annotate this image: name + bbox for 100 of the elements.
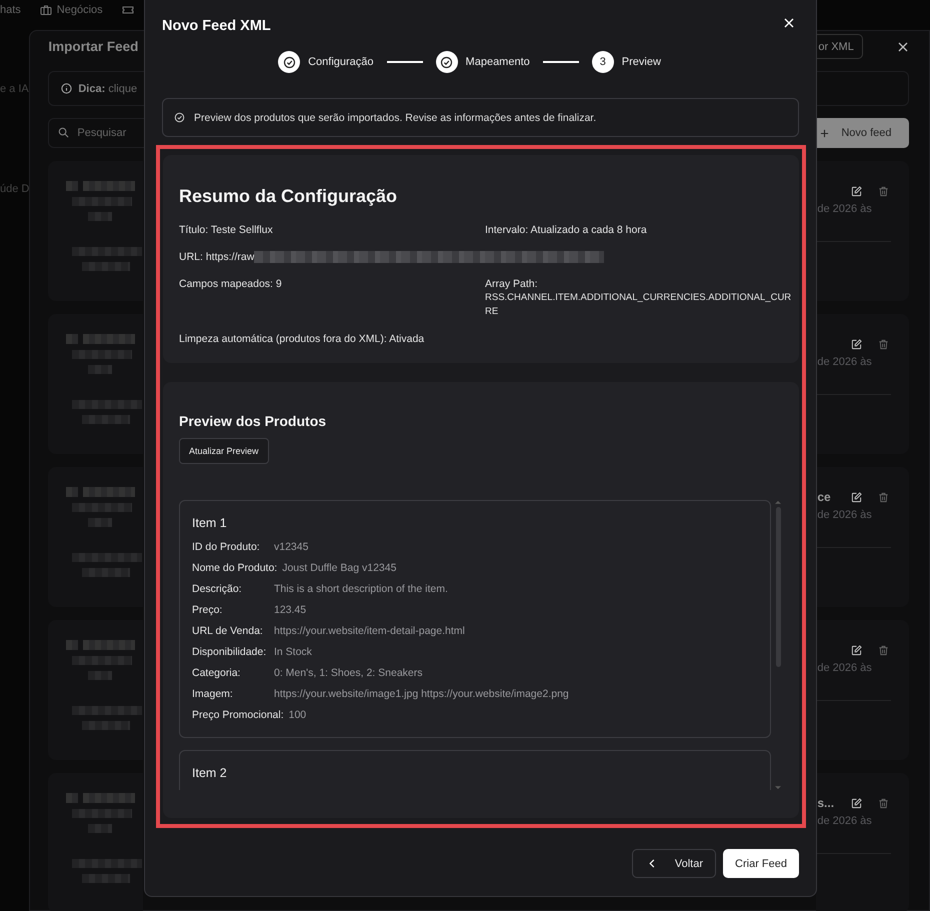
pixelated-block: [83, 181, 136, 191]
pixelated-block: [72, 197, 132, 206]
card-date: de 2026 às: [817, 203, 873, 215]
field-value: https://your.website/image1.jpg https://your.website/image2.png: [274, 688, 569, 700]
pixelated-block: [72, 859, 142, 868]
pixelated-block: [82, 721, 130, 730]
pixelated-block: [83, 640, 136, 650]
dialog-title: Novo Feed XML: [162, 18, 271, 34]
summary-field: Limpeza automática (produtos fora do XML): Ativada: [179, 333, 424, 345]
edit-icon[interactable]: [851, 492, 862, 502]
pixelated-block: [66, 181, 78, 191]
pixelated-block: [82, 874, 130, 883]
pixelated-block: [82, 568, 130, 577]
summary-value: RSS.CHANNEL.ITEM.ADDITIONAL_CURRENCIES.ADDITIONAL_CURRE: [485, 291, 792, 319]
pixelated-block: [82, 415, 130, 424]
pixelated-block: [66, 793, 78, 803]
pixelated-block: [66, 640, 78, 650]
edit-icon[interactable]: [851, 338, 862, 350]
pixelated-block: [72, 503, 132, 512]
field-value: 100: [288, 708, 306, 720]
check-circle-icon: [174, 112, 185, 123]
nav-link[interactable]: hats: [0, 4, 21, 16]
pixelated-block: [72, 553, 142, 562]
field-value: This is a short description of the item.: [274, 582, 448, 594]
trash-icon[interactable]: [878, 186, 890, 196]
field-label: Preço:: [192, 604, 224, 616]
field-value: 123.45: [274, 604, 306, 616]
pixelated-block: [88, 518, 112, 527]
back-button[interactable]: Voltar: [632, 849, 716, 878]
scroll-up-icon[interactable]: [775, 500, 781, 504]
field-label: URL de Venda:: [192, 624, 264, 636]
pixelated-block: [72, 247, 142, 256]
item-title: Item 2: [192, 765, 228, 781]
search-icon: [58, 127, 70, 138]
summary-label: Array Path:: [485, 277, 539, 291]
refresh-button[interactable]: Atualizar Preview: [179, 438, 269, 464]
scrollbar-thumb[interactable]: [776, 507, 780, 667]
create-feed-button[interactable]: Criar Feed: [723, 849, 799, 878]
trash-icon[interactable]: [878, 798, 890, 808]
pixelated-block: [83, 487, 136, 497]
item-title: Item 1: [192, 515, 228, 531]
pixelated-block: [72, 706, 142, 715]
step-label[interactable]: Configuração: [308, 56, 374, 68]
scroll-down-icon[interactable]: [775, 786, 781, 790]
trash-icon[interactable]: [878, 338, 890, 350]
pixelated-block: [72, 809, 132, 818]
pixelated-block: [83, 334, 136, 344]
new-feed-button[interactable]: Novo feed: [816, 118, 910, 148]
close-icon[interactable]: [898, 42, 908, 52]
step-label[interactable]: Preview: [622, 56, 661, 68]
trash-icon[interactable]: [878, 492, 890, 502]
step-label[interactable]: Mapeamento: [466, 56, 530, 68]
pixelated-block: [66, 487, 78, 497]
field-value: https://your.website/item-detail-page.html: [274, 624, 465, 636]
field-label: Imagem:: [192, 688, 234, 700]
field-value: v12345: [274, 540, 308, 552]
step-number: 3: [592, 51, 614, 73]
field-value: In Stock: [274, 646, 312, 658]
summary-field: Título: Teste Sellflux: [179, 224, 273, 236]
edit-icon[interactable]: [851, 186, 862, 196]
panel-title: Importar Feed: [48, 39, 140, 54]
card-date: de 2026 às: [817, 815, 873, 827]
edit-icon[interactable]: [851, 798, 862, 808]
card-date: de 2026 às: [817, 509, 873, 521]
field-label: Disponibilidade:: [192, 646, 268, 658]
trash-icon[interactable]: [878, 644, 890, 656]
edit-icon[interactable]: [851, 644, 862, 656]
pixelated-block: [88, 212, 112, 221]
import-button[interactable]: or XML: [816, 34, 863, 59]
pixelated-block: [83, 793, 136, 803]
summary-field: Intervalo: Atualizado a cada 8 hora: [485, 224, 647, 236]
field-value: 0: Men's, 1: Shoes, 2: Sneakers: [274, 666, 423, 678]
field-label: ID do Produto:: [192, 540, 261, 552]
ticket-icon: [122, 4, 134, 16]
card-date: de 2026 às: [817, 356, 873, 368]
card-title: s...: [817, 796, 836, 810]
pixelated-block: [66, 334, 78, 344]
pixelated-block: [88, 824, 112, 833]
card-title: ce: [817, 490, 832, 504]
nav-link[interactable]: Negócios: [56, 4, 103, 16]
field-label: Preço Promocional:: [192, 708, 284, 720]
summary-title: Resumo da Configuração: [179, 185, 398, 207]
pixelated-block: [82, 262, 130, 271]
pixelated-block: [88, 671, 112, 680]
chevron-left-icon: [649, 859, 656, 868]
card-date: de 2026 às: [817, 662, 873, 674]
field-label: Descrição:: [192, 582, 243, 594]
pixelated-block: [72, 656, 132, 665]
notice-text: Preview dos produtos que serão importados. Revise as informações antes de finalizar.: [194, 112, 596, 124]
briefcase-icon: [40, 4, 52, 16]
field-label: Nome do Produto:: [192, 562, 278, 574]
tip-text: Dica: clique: [78, 82, 138, 94]
field-value: Joust Duffle Bag v12345: [282, 562, 396, 574]
summary-field: URL: https://raw: [179, 250, 254, 264]
pixelated-block: [72, 350, 132, 359]
pixelated-block: [88, 365, 112, 374]
preview-title: Preview dos Produtos: [179, 412, 326, 430]
field-label: Categoria:: [192, 666, 242, 678]
info-icon: [61, 83, 72, 94]
summary-field: Campos mapeados: 9: [179, 278, 282, 290]
